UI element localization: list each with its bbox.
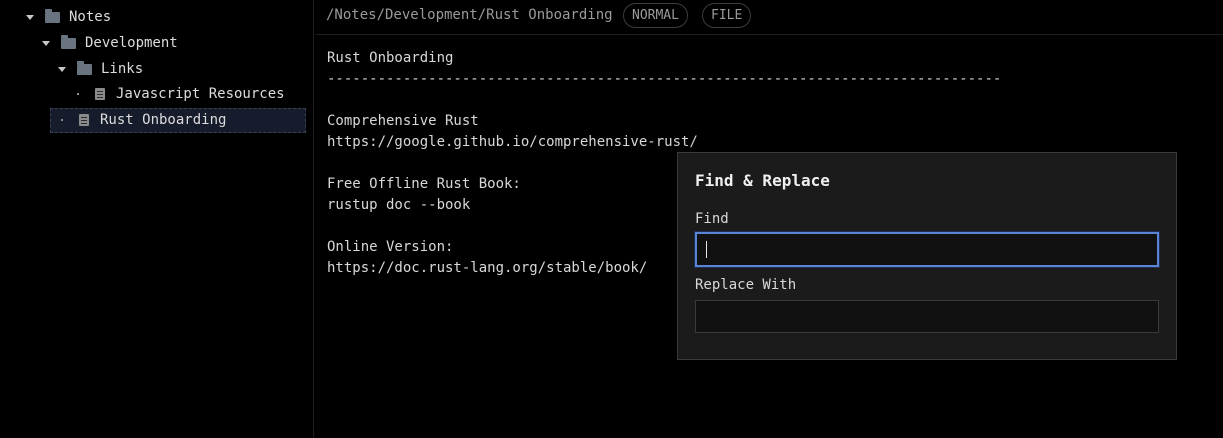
chevron-down-icon[interactable] <box>42 40 50 46</box>
find-input[interactable] <box>695 232 1159 267</box>
file-type-badge: FILE <box>702 3 752 28</box>
tree-item-label: Javascript Resources <box>116 86 285 102</box>
editor-line: https://doc.rust-lang.org/stable/book/ <box>327 260 648 276</box>
tree-item-label: Rust Onboarding <box>100 112 227 128</box>
editor-line: Free Offline Rust Book: <box>327 176 521 192</box>
tree-item-development[interactable]: Development <box>42 31 178 55</box>
editor-line: Rust Onboarding <box>327 50 454 66</box>
tree-item-notes[interactable]: Notes <box>26 5 111 29</box>
text-cursor <box>706 241 707 258</box>
tree-item-javascript-resources[interactable]: Javascript Resources <box>77 82 285 106</box>
file-tree-sidebar: Notes Development Links Javascript Resou… <box>0 0 314 438</box>
dialog-title: Find & Replace <box>695 171 830 190</box>
chevron-down-icon[interactable] <box>26 14 34 20</box>
editor-line: Comprehensive Rust <box>327 113 479 129</box>
folder-icon <box>45 8 60 23</box>
tree-item-links[interactable]: Links <box>58 57 143 81</box>
folder-icon <box>77 60 92 75</box>
editor-header: /Notes/Development/Rust Onboarding NORMA… <box>315 0 1223 35</box>
chevron-down-icon[interactable] <box>58 66 66 72</box>
find-replace-dialog: Find & Replace Find Replace With <box>677 152 1177 360</box>
editor-line: rustup doc --book <box>327 197 471 213</box>
tree-item-label: Links <box>101 61 144 77</box>
bullet-icon <box>61 119 63 121</box>
tree-item-label: Development <box>85 35 178 51</box>
file-icon <box>79 114 89 126</box>
editor-line: https://google.github.io/comprehensive-r… <box>327 134 698 150</box>
folder-icon <box>61 34 76 49</box>
tree-item-rust-onboarding[interactable]: Rust Onboarding <box>61 108 226 132</box>
mode-badge: NORMAL <box>623 3 688 28</box>
editor-line: ----------------------------------------… <box>327 71 1002 87</box>
bullet-icon <box>77 93 79 95</box>
editor-line: Online Version: <box>327 239 454 255</box>
tree-item-label: Notes <box>69 9 112 25</box>
replace-input[interactable] <box>695 300 1159 333</box>
breadcrumb[interactable]: /Notes/Development/Rust Onboarding <box>326 7 613 23</box>
file-icon <box>95 88 105 100</box>
replace-label: Replace With <box>695 277 797 293</box>
find-label: Find <box>695 211 729 227</box>
